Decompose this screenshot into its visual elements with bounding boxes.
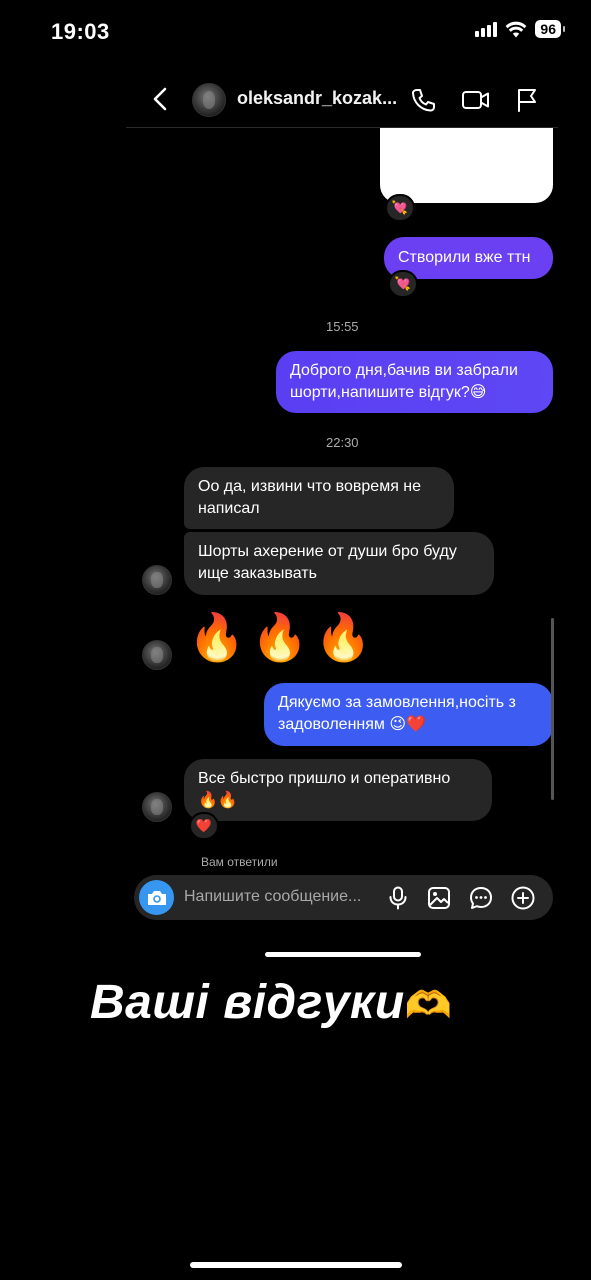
emoji-message[interactable]: 🔥🔥🔥: [188, 610, 378, 665]
plus-icon[interactable]: [511, 886, 535, 915]
message-text-line: Все быстро пришло и оперативно: [198, 770, 451, 787]
cellular-signal-icon: [475, 21, 498, 37]
phone-icon[interactable]: [410, 87, 436, 118]
contact-avatar[interactable]: [192, 83, 226, 117]
replied-note: Вам ответили: [201, 855, 278, 869]
sticker-icon[interactable]: [469, 886, 493, 915]
sent-message[interactable]: Доброго дня,бачив ви забрали шорти,напиш…: [276, 351, 553, 413]
message-reaction[interactable]: 💘: [388, 270, 418, 298]
received-message[interactable]: Оо да, извини что вовремя не написал: [184, 467, 454, 529]
camera-icon[interactable]: [139, 880, 174, 915]
received-message[interactable]: Шорты ахерение от души бро буду ище зака…: [184, 532, 494, 595]
message-text-line: шорти,напишите відгук?😅: [290, 384, 487, 401]
status-time: 19:03: [51, 19, 110, 44]
message-text-line: Дякуємо за замовлення,носіть з: [278, 694, 516, 711]
timestamp: 22:30: [326, 435, 359, 450]
flag-icon[interactable]: [515, 87, 539, 118]
message-input[interactable]: Напишите сообщение...: [184, 888, 361, 906]
home-indicator: [265, 952, 421, 957]
sender-avatar[interactable]: [142, 565, 172, 595]
message-reaction[interactable]: ❤️: [189, 812, 219, 840]
scrollbar[interactable]: [551, 618, 554, 800]
message-text: Створили вже ттн: [398, 249, 531, 266]
microphone-icon[interactable]: [387, 886, 409, 915]
caption-overlay: Ваші відгуки🫶: [90, 975, 453, 1030]
home-indicator-bottom: [190, 1262, 402, 1268]
battery-indicator: 96: [535, 20, 565, 38]
message-text-line: написал: [198, 500, 260, 517]
sender-avatar[interactable]: [142, 640, 172, 670]
video-icon[interactable]: [461, 87, 491, 118]
message-composer: Напишите сообщение...: [134, 875, 553, 920]
sent-message[interactable]: Дякуємо за замовлення,носіть з задоволен…: [264, 683, 553, 746]
caption-text: Ваші відгуки: [90, 976, 405, 1029]
received-message[interactable]: Все быстро пришло и оперативно 🔥🔥: [184, 759, 492, 821]
message-text-line: задоволенням 😉❤️: [278, 716, 426, 733]
message-reaction[interactable]: 💘: [385, 194, 415, 222]
contact-username[interactable]: oleksandr_kozak...: [237, 88, 397, 109]
chat-header: oleksandr_kozak...: [126, 70, 558, 128]
message-text-line: 🔥🔥: [198, 792, 238, 809]
message-text-line: ище заказывать: [198, 565, 317, 582]
sender-avatar[interactable]: [142, 792, 172, 822]
chat-screen: oleksandr_kozak... 💘 Створили вже ттн 💘 …: [126, 70, 558, 940]
message-text-line: Оо да, извини что вовремя не: [198, 478, 422, 495]
gallery-icon[interactable]: [427, 886, 451, 915]
sent-image-message[interactable]: [380, 128, 553, 203]
message-text-line: Доброго дня,бачив ви забрали: [290, 362, 518, 379]
wifi-icon: [505, 21, 527, 38]
status-indicators: 96: [475, 20, 565, 38]
timestamp: 15:55: [326, 319, 359, 334]
heart-hands-icon: 🫶: [404, 985, 453, 1027]
message-text-line: Шорты ахерение от души бро буду: [198, 543, 457, 560]
back-chevron-icon[interactable]: [150, 86, 172, 117]
